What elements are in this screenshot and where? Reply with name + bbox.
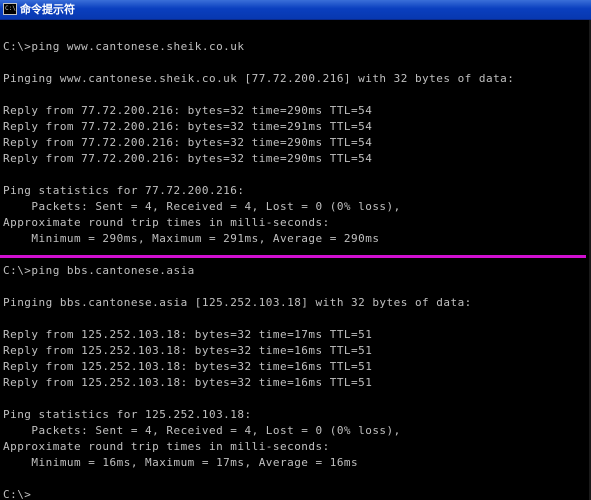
console-line: Reply from 125.252.103.18: bytes=32 time… (3, 344, 373, 357)
console-line: Reply from 77.72.200.216: bytes=32 time=… (3, 104, 373, 117)
console-line: C:\>ping bbs.cantonese.asia (3, 264, 195, 277)
console-line: Reply from 77.72.200.216: bytes=32 time=… (3, 152, 373, 165)
console-line: Pinging www.cantonese.sheik.co.uk [77.72… (3, 72, 515, 85)
console-line: Reply from 125.252.103.18: bytes=32 time… (3, 360, 373, 373)
cmd-icon[interactable]: C:\ (3, 3, 17, 15)
console-line: Minimum = 16ms, Maximum = 17ms, Average … (3, 456, 359, 469)
console-line: C:\> (3, 488, 32, 500)
title-bar[interactable]: C:\ 命令提示符 (0, 0, 591, 20)
console-line: Reply from 77.72.200.216: bytes=32 time=… (3, 120, 373, 133)
console-line: Ping statistics for 77.72.200.216: (3, 184, 245, 197)
console-line: Minimum = 290ms, Maximum = 291ms, Averag… (3, 232, 380, 245)
console-line: Reply from 125.252.103.18: bytes=32 time… (3, 376, 373, 389)
session-divider (0, 255, 586, 258)
console-output[interactable]: C:\>ping www.cantonese.sheik.co.uk Pingi… (3, 39, 589, 500)
console-line: Reply from 125.252.103.18: bytes=32 time… (3, 328, 373, 341)
console-line: Packets: Sent = 4, Received = 4, Lost = … (3, 200, 401, 213)
command-prompt-window: C:\ 命令提示符 C:\>ping www.cantonese.sheik.c… (0, 0, 591, 500)
console-line: Packets: Sent = 4, Received = 4, Lost = … (3, 424, 401, 437)
console-line: Pinging bbs.cantonese.asia [125.252.103.… (3, 296, 472, 309)
console-line: Approximate round trip times in milli-se… (3, 440, 330, 453)
console-line: Approximate round trip times in milli-se… (3, 216, 330, 229)
console-line: C:\>ping www.cantonese.sheik.co.uk (3, 40, 245, 53)
console-line: Reply from 77.72.200.216: bytes=32 time=… (3, 136, 373, 149)
window-title: 命令提示符 (20, 3, 75, 16)
console-line: Ping statistics for 125.252.103.18: (3, 408, 252, 421)
